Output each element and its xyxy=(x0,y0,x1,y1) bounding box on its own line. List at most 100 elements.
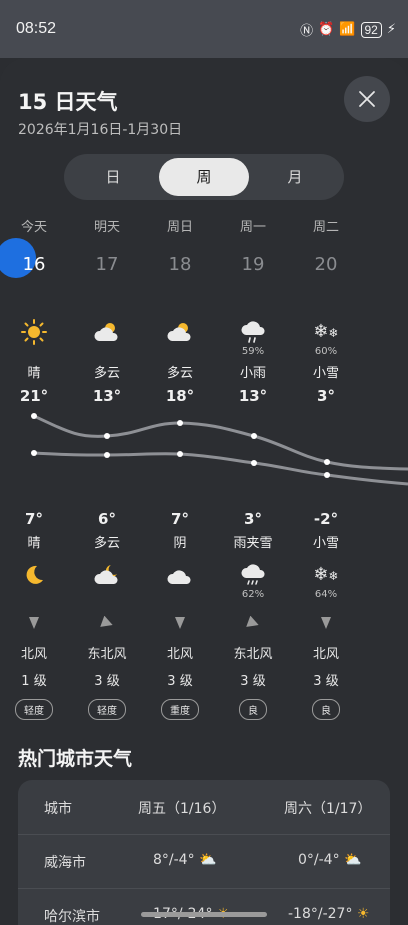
high-temp-point xyxy=(251,433,257,439)
aqi-badge: 重度 xyxy=(161,699,199,720)
night-condition: 阴 xyxy=(173,536,187,551)
partly-cloudy-icon: ⛅ xyxy=(344,852,362,868)
day-forecast: ❄❄ 60% 小雪 3° xyxy=(296,318,356,406)
wind-level: 3 级 xyxy=(313,674,339,689)
wind-direction: 北风 xyxy=(20,647,47,662)
low-temp-curve xyxy=(33,451,408,486)
header-city: 城市 xyxy=(44,801,72,817)
day-column[interactable]: 今天 16 xyxy=(4,216,64,285)
low-temp: 3° xyxy=(244,510,262,528)
date-range: 2026年1月16日-1月30日 xyxy=(18,122,183,138)
day-forecast: 多云 18° xyxy=(150,318,210,405)
day-column[interactable]: 明天 17 xyxy=(77,216,137,285)
precip-chance: 62% xyxy=(241,589,265,600)
night-condition: 多云 xyxy=(93,536,120,551)
home-indicator[interactable] xyxy=(141,912,267,917)
aqi-badge: 轻度 xyxy=(15,699,53,720)
low-temp: -2° xyxy=(313,510,339,528)
low-temp: 7° xyxy=(25,510,43,528)
day-column[interactable]: 周日 18 xyxy=(150,216,210,285)
precip-chance xyxy=(150,346,210,358)
wind-info: 东北风 3 级 良 xyxy=(223,613,283,720)
view-segmented-control: 日 周 月 xyxy=(64,154,344,200)
weather-sheet: 15 日天气 2026年1月16日-1月30日 日 周 月 今天 16 明天 1… xyxy=(0,58,408,925)
night-condition: 雨夹雪 xyxy=(233,536,273,551)
table-header: 城市 周五（1/16） 周六（1/17） xyxy=(18,780,390,835)
day-of-week: 明天 xyxy=(93,220,120,235)
wind-level: 1 级 xyxy=(21,674,47,689)
low-temp: 6° xyxy=(98,510,116,528)
battery-icon: 92 xyxy=(360,21,382,38)
hot-cities-title: 热门城市天气 xyxy=(18,748,133,770)
wind-direction-icon xyxy=(175,617,185,629)
wind-direction-icon xyxy=(321,617,331,629)
precip-chance: 59% xyxy=(241,346,265,357)
wind-info: 北风 3 级 重度 xyxy=(150,613,210,720)
day-date: 16 xyxy=(22,254,46,275)
wind-direction: 东北风 xyxy=(87,647,127,662)
precip-chance: 64% xyxy=(314,589,338,600)
charging-icon: ⚡ xyxy=(386,22,396,37)
aqi-badge: 良 xyxy=(239,699,267,720)
header-day2: 周六（1/17） xyxy=(284,801,372,817)
high-temp-curve xyxy=(33,414,408,471)
nfc-icon: Ⓝ xyxy=(300,24,314,39)
table-row[interactable]: 哈尔滨市 -17°/-24° ☀ -18°/-27° ☀ xyxy=(18,888,390,925)
day-column[interactable]: 周二 20 xyxy=(296,216,356,285)
wind-info: 东北风 3 级 轻度 xyxy=(77,613,137,720)
status-icons: Ⓝ ⏰ 📶 92 ⚡ xyxy=(300,20,396,39)
sun-icon: ☀ xyxy=(356,906,370,922)
wind-direction: 北风 xyxy=(312,647,339,662)
close-button[interactable] xyxy=(344,76,390,122)
day-condition: 晴 xyxy=(27,366,41,381)
partly-cloudy-icon xyxy=(167,323,191,341)
aqi-badge: 轻度 xyxy=(88,699,126,720)
partly-cloudy-icon xyxy=(94,323,118,341)
temp-range: -18°/-27° xyxy=(288,906,353,922)
alarm-icon: ⏰ xyxy=(318,22,335,37)
day-column[interactable]: 周一 19 xyxy=(223,216,283,285)
precip-chance xyxy=(77,346,137,358)
day-condition: 小雪 xyxy=(312,366,339,381)
tab-month[interactable]: 月 xyxy=(250,158,340,196)
day-condition: 多云 xyxy=(166,366,193,381)
snow-icon: ❄❄ xyxy=(313,320,339,342)
night-forecast: -2° 小雪 ❄❄ 64% xyxy=(296,510,356,601)
night-condition: 晴 xyxy=(27,536,41,551)
wind-info: 北风 1 级 轻度 xyxy=(4,613,64,720)
day-date: 20 xyxy=(314,254,338,275)
day-date: 18 xyxy=(168,254,192,275)
wind-direction-icon xyxy=(100,616,113,627)
precip-chance xyxy=(77,589,137,601)
day-forecast: 59% 小雨 13° xyxy=(223,318,283,405)
precip-chance xyxy=(150,589,210,601)
day-condition: 小雨 xyxy=(239,366,266,381)
precip-chance xyxy=(4,346,64,358)
wind-level: 3 级 xyxy=(94,674,120,689)
temp-range: 8°/-4° xyxy=(153,852,195,868)
snow-icon: ❄❄ xyxy=(313,563,339,585)
status-time: 08:52 xyxy=(16,20,57,37)
rain-icon xyxy=(241,321,265,343)
tab-day[interactable]: 日 xyxy=(68,158,158,196)
night-forecast: 7° 阴 xyxy=(150,510,210,601)
wind-direction-icon xyxy=(246,616,259,627)
low-temp-point xyxy=(31,450,37,456)
precip-chance: 60% xyxy=(314,346,338,357)
table-row[interactable]: 威海市 8°/-4° ⛅ 0°/-4° ⛅ xyxy=(18,834,390,889)
low-temp: 7° xyxy=(171,510,189,528)
day-date: 19 xyxy=(241,254,265,275)
day-of-week: 周一 xyxy=(239,220,266,235)
close-icon xyxy=(359,91,375,107)
status-bar: 08:52 Ⓝ ⏰ 📶 92 ⚡ xyxy=(0,0,408,58)
city-name: 哈尔滨市 xyxy=(44,909,100,925)
page-title: 15 日天气 xyxy=(18,90,118,114)
sleet-icon xyxy=(241,564,265,585)
night-condition: 小雪 xyxy=(312,536,339,551)
low-temp-point xyxy=(104,452,110,458)
tab-week[interactable]: 周 xyxy=(159,158,249,196)
hot-cities-table: 城市 周五（1/16） 周六（1/17） 威海市 8°/-4° ⛅ 0°/-4°… xyxy=(18,780,390,925)
wind-direction: 北风 xyxy=(166,647,193,662)
temperature-trend-chart xyxy=(31,413,408,486)
precip-chance xyxy=(4,589,64,601)
